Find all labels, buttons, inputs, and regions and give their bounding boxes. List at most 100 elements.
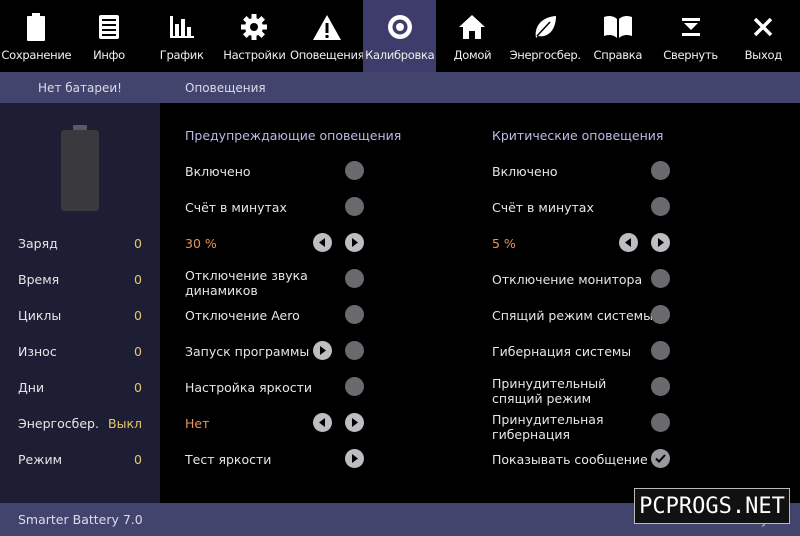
warning-brightness-label: Настройка яркости (185, 380, 313, 395)
toolbar-info-button[interactable]: Инфо (73, 0, 146, 72)
warning-run-program-label: Запуск программы (185, 344, 310, 359)
warning-brightness-value: Нет (185, 416, 210, 431)
stat-value: 0 (134, 343, 142, 359)
stat-days: Дни 0 (18, 377, 142, 397)
close-icon (748, 12, 778, 42)
home-icon (457, 12, 487, 42)
toolbar-minimize-button[interactable]: Свернуть (654, 0, 727, 72)
warning-brightness-test-label: Тест яркости (185, 452, 272, 467)
toolbar-powersave-label: Энергосбер. (509, 48, 581, 62)
arrow-left-icon (319, 238, 325, 247)
stat-label: Энергосбер. (18, 415, 99, 431)
section-title: Оповещения (185, 80, 266, 95)
app-version: Smarter Battery 7.0 (18, 512, 143, 527)
critical-minutes-toggle[interactable] (651, 197, 670, 216)
stat-value: 0 (134, 235, 142, 251)
toolbar-help-label: Справка (593, 48, 643, 62)
stat-label: Дни (18, 379, 45, 395)
toolbar-settings-button[interactable]: Настройки (218, 0, 291, 72)
leaf-icon (530, 12, 560, 42)
warning-aero-label: Отключение Aero (185, 308, 300, 323)
critical-show-message-label: Показывать сообщение (492, 452, 648, 467)
warning-brightness-test-button[interactable] (345, 449, 364, 468)
battery-status-text: Нет батареи! (38, 80, 122, 95)
warning-brightness-increase-button[interactable] (345, 413, 364, 432)
toolbar-save-button[interactable]: Сохранение (0, 0, 73, 72)
toolbar-alerts-button[interactable]: Оповещения (290, 0, 365, 72)
toolbar-chart-button[interactable]: График (145, 0, 218, 72)
stat-label: Циклы (18, 307, 62, 323)
stat-value: 0 (134, 451, 142, 467)
toolbar-help-button[interactable]: Справка (582, 0, 655, 72)
toolbar-powersave-button[interactable]: Энергосбер. (509, 0, 582, 72)
warning-percent-value: 30 % (185, 236, 217, 251)
stat-value: 0 (134, 307, 142, 323)
battery-body (61, 130, 99, 211)
toolbar-home-label: Домой (453, 48, 492, 62)
toolbar-calibration-button[interactable]: Калибровка (363, 0, 437, 72)
warning-mute-toggle[interactable] (345, 269, 364, 288)
book-icon (603, 12, 633, 42)
header-band: Нет батареи! Оповещения (0, 72, 800, 103)
alerts-panel: Предупреждающие оповещения Включено Счёт… (160, 103, 800, 503)
warning-percent-increase-button[interactable] (345, 233, 364, 252)
critical-forced-hibernate-toggle[interactable] (651, 413, 670, 432)
warning-enabled-label: Включено (185, 164, 251, 179)
stat-cycles: Циклы 0 (18, 305, 142, 325)
target-icon (385, 12, 415, 42)
warning-aero-toggle[interactable] (345, 305, 364, 324)
warning-mute-label: Отключение звука динамиков (185, 268, 308, 298)
battery-graphic (61, 125, 99, 211)
stat-wear: Износ 0 (18, 341, 142, 361)
minimize-icon (676, 12, 706, 42)
arrow-right-icon (658, 238, 664, 247)
arrow-right-icon (352, 418, 358, 427)
stat-value: Выкл (108, 415, 142, 431)
play-icon (352, 454, 358, 463)
critical-monitor-off-toggle[interactable] (651, 269, 670, 288)
warning-percent-decrease-button[interactable] (313, 233, 332, 252)
stat-mode: Режим 0 (18, 449, 142, 469)
critical-enabled-toggle[interactable] (651, 161, 670, 180)
warning-minutes-toggle[interactable] (345, 197, 364, 216)
critical-percent-value: 5 % (492, 236, 516, 251)
critical-percent-increase-button[interactable] (651, 233, 670, 252)
toolbar-chart-label: График (159, 48, 204, 62)
toolbar-exit-button[interactable]: Выход (727, 0, 800, 72)
critical-monitor-off-label: Отключение монитора (492, 272, 643, 287)
warning-minutes-label: Счёт в минутах (185, 200, 287, 215)
critical-percent-decrease-button[interactable] (619, 233, 638, 252)
bar-chart-icon (167, 12, 197, 42)
stat-time: Время 0 (18, 269, 142, 289)
toolbar-minimize-label: Свернуть (663, 48, 718, 62)
warning-run-program-toggle[interactable] (345, 341, 364, 360)
checkmark-icon (655, 454, 666, 463)
critical-sleep-toggle[interactable] (651, 305, 670, 324)
warning-run-program-browse-button[interactable] (313, 341, 332, 360)
critical-forced-sleep-toggle[interactable] (651, 377, 670, 396)
warning-brightness-toggle[interactable] (345, 377, 364, 396)
warning-brightness-decrease-button[interactable] (313, 413, 332, 432)
stat-value: 0 (134, 271, 142, 287)
critical-sleep-label: Спящий режим системы (492, 308, 653, 323)
warning-alerts-title: Предупреждающие оповещения (185, 128, 402, 143)
stat-label: Режим (18, 451, 63, 467)
toolbar-info-label: Инфо (93, 48, 125, 62)
critical-show-message-toggle[interactable] (651, 449, 670, 468)
stat-value: 0 (134, 379, 142, 395)
arrow-left-icon (625, 238, 631, 247)
critical-alerts-title: Критические оповещения (492, 128, 664, 143)
stat-label: Заряд (18, 235, 58, 251)
stat-charge: Заряд 0 (18, 233, 142, 253)
document-icon (94, 12, 124, 42)
toolbar-exit-label: Выход (744, 48, 783, 62)
toolbar-settings-label: Настройки (223, 48, 286, 62)
critical-hibernate-toggle[interactable] (651, 341, 670, 360)
stat-label: Время (18, 271, 60, 287)
critical-hibernate-label: Гибернация системы (492, 344, 632, 359)
warning-enabled-toggle[interactable] (345, 161, 364, 180)
toolbar-home-button[interactable]: Домой (436, 0, 509, 72)
watermark: PCPROGS.NET (634, 488, 790, 524)
toolbar-save-label: Сохранение (1, 48, 72, 62)
stat-label: Износ (18, 343, 57, 359)
